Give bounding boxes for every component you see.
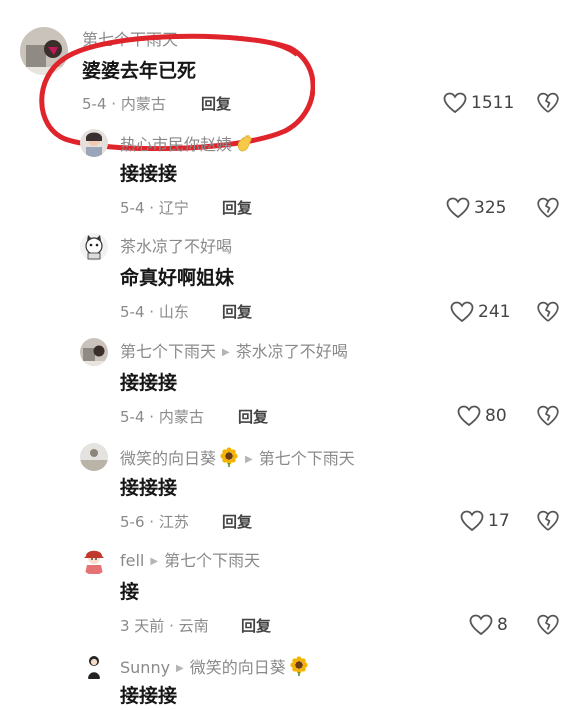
username[interactable]: 茶水凉了不好喝 — [120, 237, 232, 257]
username[interactable]: 微笑的向日葵 ▶ 第七个下雨天 — [120, 447, 355, 472]
dislike-button[interactable] — [537, 510, 559, 536]
sunflower-emoji-icon — [289, 656, 309, 681]
reply-button[interactable]: 回复 — [241, 616, 271, 636]
heart-outline-icon — [443, 92, 467, 114]
broken-heart-icon — [537, 405, 559, 426]
like-button[interactable]: 1511 — [443, 92, 514, 114]
comment-meta: 5-4 · 辽宁 — [120, 199, 189, 217]
comment-text: 接接接 — [120, 477, 178, 499]
like-count: 80 — [485, 406, 507, 426]
like-count: 325 — [474, 198, 507, 218]
heart-outline-icon — [469, 614, 493, 636]
broken-heart-icon — [537, 614, 559, 635]
triangle-right-icon: ▶ — [176, 663, 184, 674]
dislike-button[interactable] — [537, 197, 559, 223]
heart-outline-icon — [457, 405, 481, 427]
comment-text: 接接接 — [120, 372, 178, 394]
reply-button[interactable]: 回复 — [222, 512, 252, 532]
avatar[interactable] — [80, 338, 108, 366]
broken-heart-icon — [537, 301, 559, 322]
username[interactable]: 热心市民你赵姨 — [120, 133, 255, 158]
heart-outline-icon — [460, 510, 484, 532]
like-button[interactable]: 80 — [457, 405, 507, 427]
reply-button[interactable]: 回复 — [222, 302, 252, 322]
avatar[interactable] — [80, 129, 108, 157]
username[interactable]: 第七个下雨天 ▶ 茶水凉了不好喝 — [120, 342, 348, 363]
heart-outline-icon — [450, 301, 474, 323]
like-count: 8 — [497, 615, 508, 635]
avatar[interactable] — [80, 652, 108, 680]
like-count: 1511 — [471, 93, 515, 113]
broken-heart-icon — [537, 510, 559, 531]
triangle-right-icon: ▶ — [222, 347, 230, 358]
comment-text: 接 — [120, 581, 140, 603]
like-button[interactable]: 241 — [450, 301, 510, 323]
like-button[interactable]: 17 — [460, 510, 510, 532]
like-count: 17 — [488, 511, 510, 531]
avatar[interactable] — [80, 233, 108, 261]
avatar[interactable] — [80, 547, 108, 575]
comment-meta: 3 天前 · 云南 — [120, 617, 209, 635]
comment-meta: 5-6 · 江苏 — [120, 513, 189, 531]
dislike-button[interactable] — [537, 301, 559, 327]
heart-outline-icon — [446, 197, 470, 219]
comment-meta: 5-4 · 内蒙古 — [120, 408, 204, 426]
comment-text: 接接接 — [120, 685, 178, 707]
broken-heart-icon — [537, 197, 559, 218]
dislike-button[interactable] — [537, 614, 559, 640]
reply-button[interactable]: 回复 — [238, 407, 268, 427]
like-button[interactable]: 8 — [469, 614, 508, 636]
comment-text: 命真好啊姐妹 — [120, 267, 235, 289]
dislike-button[interactable] — [537, 405, 559, 431]
reply-button[interactable]: 回复 — [222, 198, 252, 218]
like-count: 241 — [478, 302, 511, 322]
triangle-right-icon: ▶ — [245, 454, 253, 465]
sunflower-emoji-icon — [219, 447, 239, 472]
triangle-right-icon: ▶ — [150, 556, 159, 567]
waving-hand-emoji-icon — [235, 133, 255, 158]
username[interactable]: Sunny ▶ 微笑的向日葵 — [120, 656, 309, 681]
username[interactable]: fell ▶ 第七个下雨天 — [120, 551, 260, 572]
broken-heart-icon — [537, 92, 559, 113]
like-button[interactable]: 325 — [446, 197, 506, 219]
comment-text: 接接接 — [120, 163, 178, 185]
dislike-button[interactable] — [537, 92, 559, 118]
comment-meta: 5-4 · 山东 — [120, 303, 189, 321]
avatar[interactable] — [80, 443, 108, 471]
